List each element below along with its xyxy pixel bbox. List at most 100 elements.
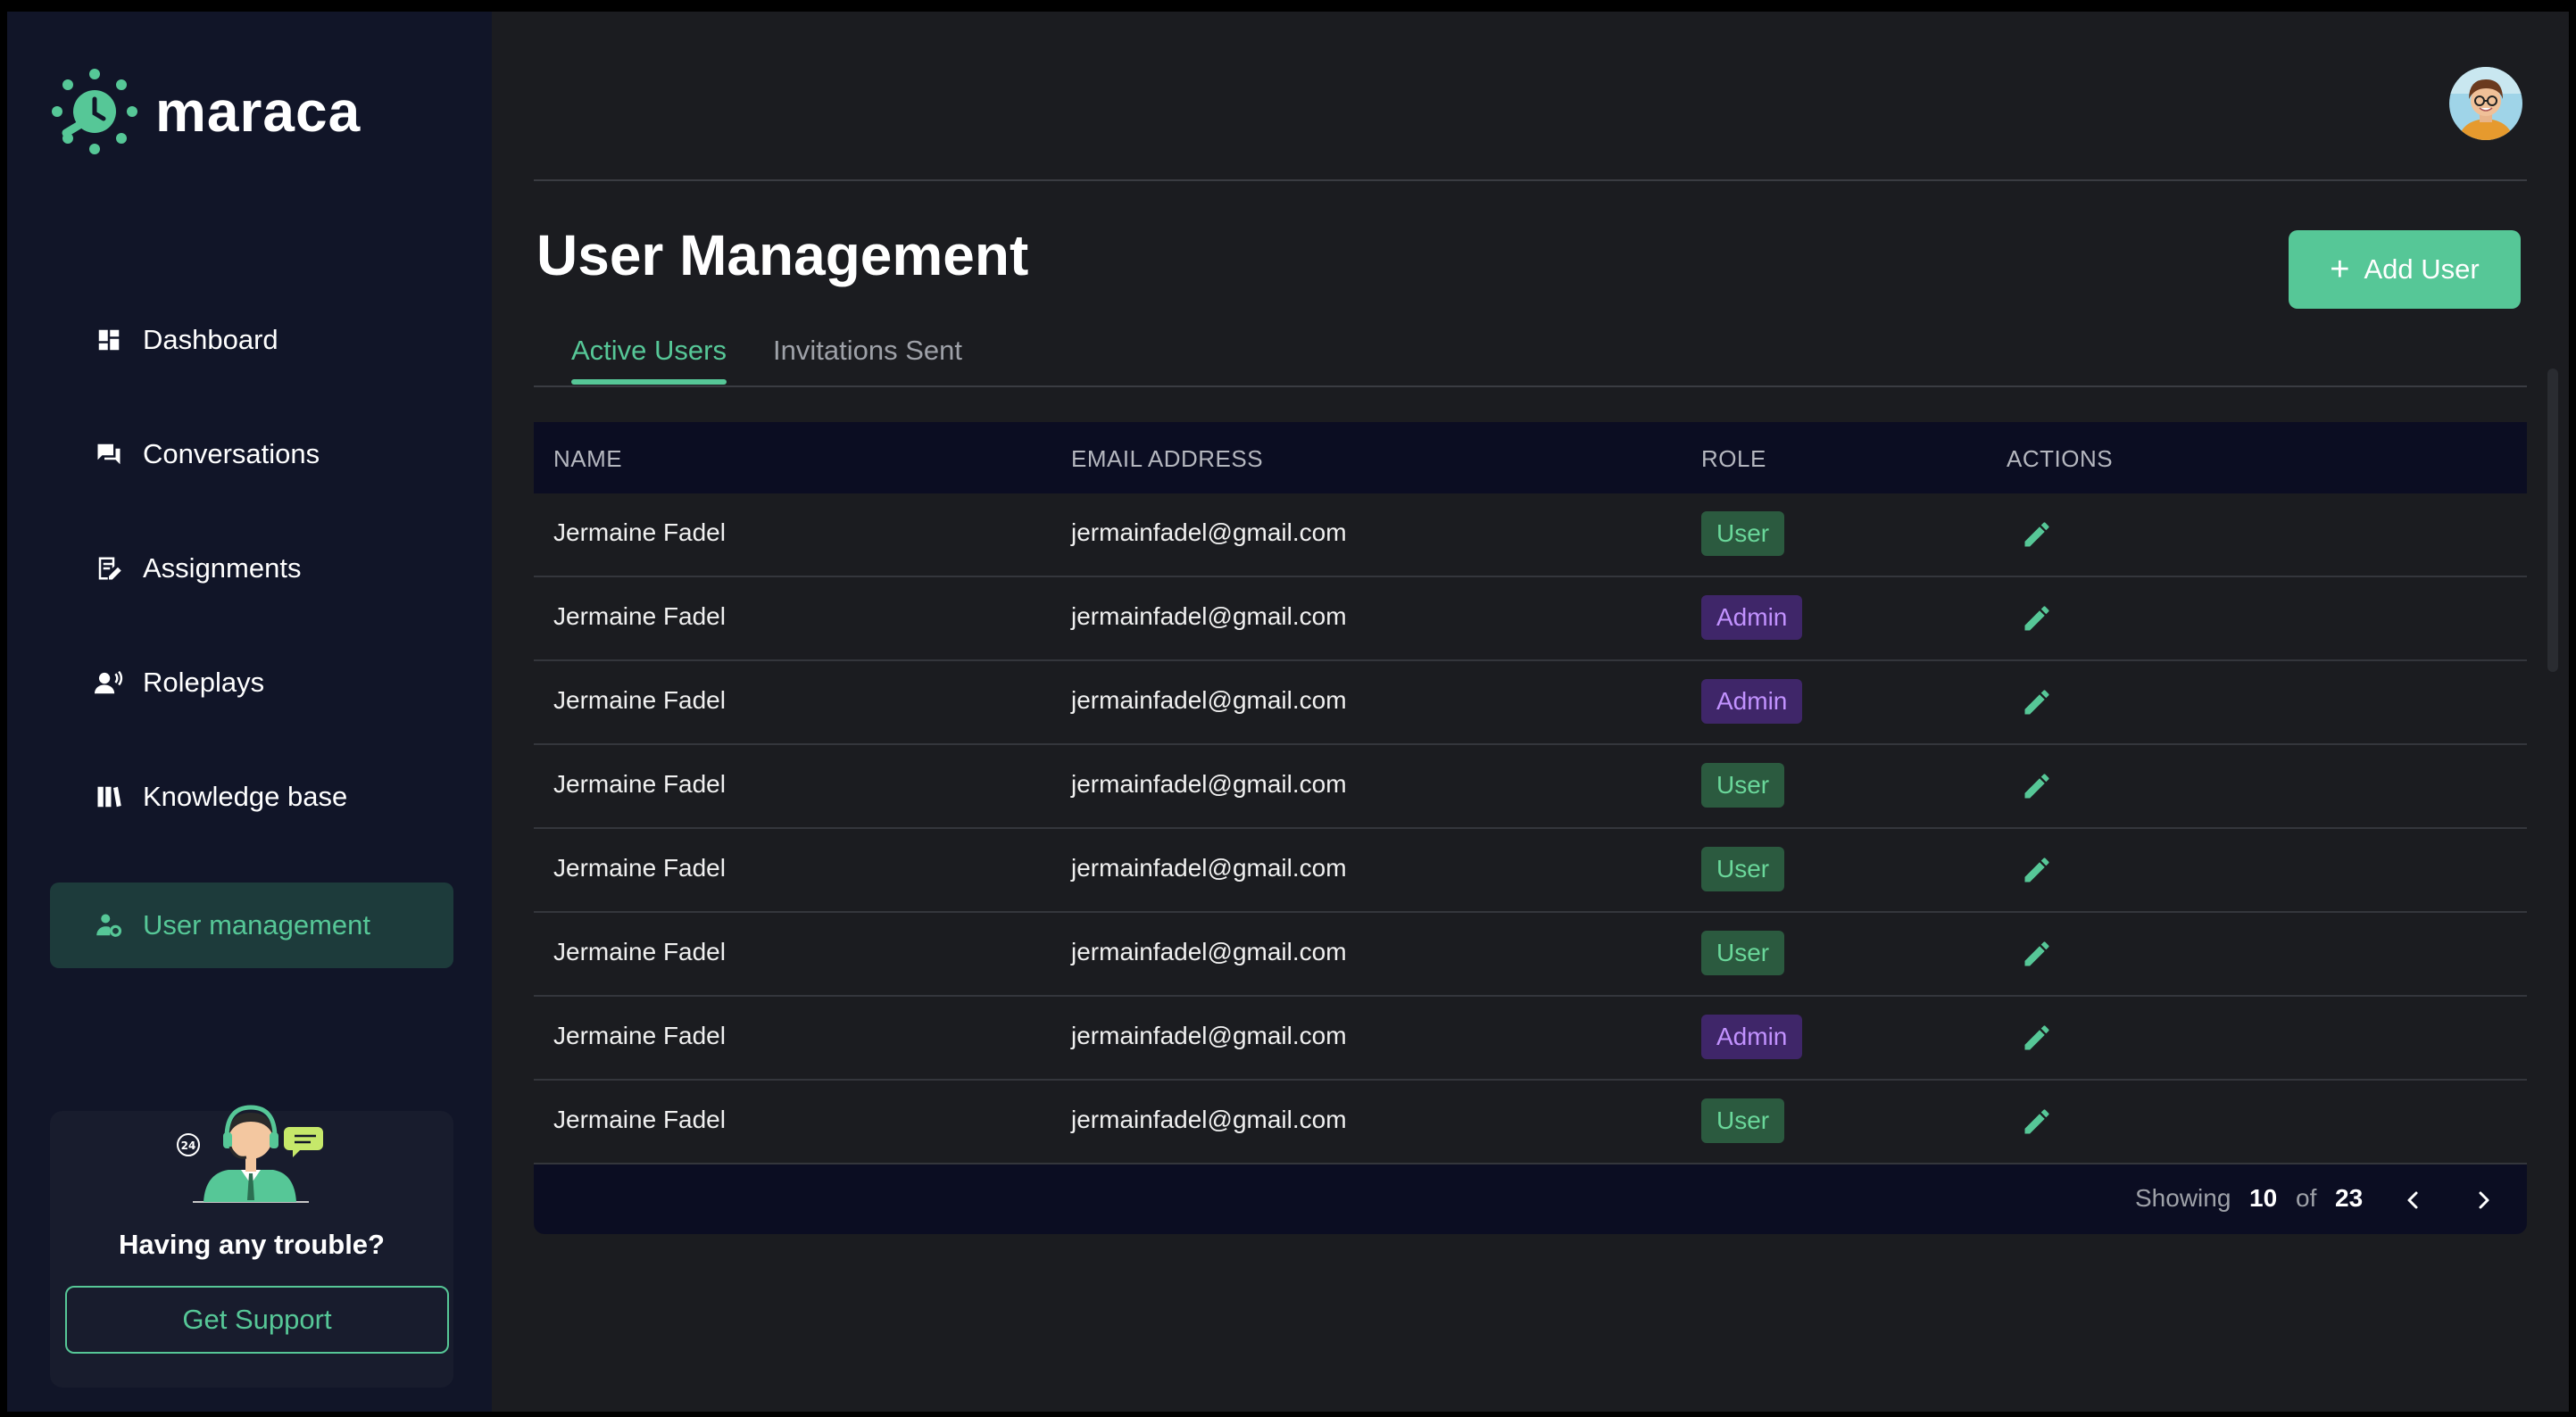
edit-user-button[interactable] (2021, 1022, 2053, 1054)
table-header: NAME EMAIL ADDRESS ROLE ACTIONS (534, 422, 2527, 493)
column-header-role[interactable]: ROLE (1701, 445, 1766, 473)
book-icon (93, 781, 125, 813)
get-support-button[interactable]: Get Support (65, 1286, 449, 1354)
table-row: Jermaine Fadel jermainfadel@gmail.com User (534, 745, 2527, 829)
roleplay-icon (93, 667, 125, 699)
user-gear-icon (93, 909, 125, 941)
logo-icon (52, 69, 137, 154)
chevron-right-icon (2479, 1191, 2489, 1209)
sidebar-item-label: Conversations (143, 438, 320, 469)
table-row: Jermaine Fadel jermainfadel@gmail.com User (534, 913, 2527, 997)
pagination-showing-label: Showing (2135, 1184, 2231, 1212)
role-badge: User (1701, 931, 1785, 975)
pencil-icon (2024, 1109, 2049, 1134)
role-badge: User (1701, 763, 1785, 808)
next-page-button[interactable] (2464, 1181, 2503, 1220)
role-badge: Admin (1701, 1015, 1803, 1059)
pagination-of-label: of (2296, 1184, 2317, 1212)
add-user-button[interactable]: + Add User (2289, 230, 2521, 309)
user-name: Jermaine Fadel (553, 686, 726, 714)
edit-user-button[interactable] (2021, 686, 2053, 718)
table-row: Jermaine Fadel jermainfadel@gmail.com Admi… (534, 997, 2527, 1081)
chevron-left-icon (2407, 1191, 2418, 1209)
add-user-label: Add User (2364, 253, 2480, 285)
pencil-icon (2024, 858, 2049, 883)
pencil-icon (2024, 522, 2049, 547)
previous-page-button[interactable] (2394, 1181, 2433, 1220)
sidebar-item-label: Roleplays (143, 667, 265, 698)
user-email: jermainfadel@gmail.com (1071, 1022, 1347, 1049)
user-name: Jermaine Fadel (553, 770, 726, 798)
page-title: User Management (536, 223, 1029, 287)
sidebar-item-conversations[interactable]: Conversations (50, 411, 453, 497)
tab-invitations-sent[interactable]: Invitations Sent (773, 335, 962, 367)
edit-user-button[interactable] (2021, 518, 2053, 551)
sidebar-item-label: Assignments (143, 552, 302, 584)
table-row: Jermaine Fadel jermainfadel@gmail.com User (534, 1081, 2527, 1164)
header-divider (534, 179, 2527, 181)
logo: maraca (48, 65, 361, 158)
app-window: maraca Dashboard Conversations Assignmen… (7, 12, 2569, 1412)
avatar[interactable] (2449, 67, 2522, 140)
svg-text:24: 24 (181, 1139, 196, 1152)
pencil-icon (2024, 1025, 2049, 1050)
plus-icon: + (2330, 250, 2350, 288)
user-email: jermainfadel@gmail.com (1071, 938, 1347, 965)
sidebar: maraca Dashboard Conversations Assignmen… (7, 12, 492, 1412)
user-email: jermainfadel@gmail.com (1071, 686, 1347, 714)
edit-user-button[interactable] (2021, 938, 2053, 970)
chat-icon (93, 438, 125, 470)
role-badge: Admin (1701, 679, 1803, 724)
user-email: jermainfadel@gmail.com (1071, 1106, 1347, 1133)
edit-user-button[interactable] (2021, 1106, 2053, 1138)
scrollbar[interactable] (2547, 369, 2558, 672)
assignment-icon (93, 552, 125, 584)
sidebar-item-knowledge-base[interactable]: Knowledge base (50, 754, 453, 840)
support-agent-illustration: 24 (177, 1105, 323, 1203)
role-badge: User (1701, 511, 1785, 556)
table-row: Jermaine Fadel jermainfadel@gmail.com Admi… (534, 661, 2527, 745)
role-badge: User (1701, 1098, 1785, 1143)
edit-user-button[interactable] (2021, 602, 2053, 634)
tab-active-users[interactable]: Active Users (571, 335, 727, 385)
user-email: jermainfadel@gmail.com (1071, 602, 1347, 630)
dashboard-icon (93, 324, 125, 356)
pencil-icon (2024, 690, 2049, 715)
sidebar-item-label: Knowledge base (143, 781, 348, 812)
sidebar-item-user-management[interactable]: User management (50, 883, 453, 968)
pagination-bar: Showing 10 of 23 (534, 1164, 2527, 1234)
edit-user-button[interactable] (2021, 854, 2053, 886)
table-row: Jermaine Fadel jermainfadel@gmail.com User (534, 829, 2527, 913)
user-name: Jermaine Fadel (553, 602, 726, 630)
table-row: Jermaine Fadel jermainfadel@gmail.com Admi… (534, 577, 2527, 661)
column-header-actions: ACTIONS (2007, 445, 2114, 472)
user-email: jermainfadel@gmail.com (1071, 854, 1347, 882)
user-name: Jermaine Fadel (553, 854, 726, 882)
table-body: Jermaine Fadel jermainfadel@gmail.com User… (534, 493, 2527, 1164)
column-header-name[interactable]: NAME (553, 445, 622, 473)
pencil-icon (2024, 774, 2049, 799)
tab-bar: Active Users Invitations Sent (534, 326, 2527, 387)
sidebar-item-roleplays[interactable]: Roleplays (50, 640, 453, 725)
edit-user-button[interactable] (2021, 770, 2053, 802)
pagination-total-count: 23 (2335, 1184, 2364, 1212)
sidebar-item-label: User management (143, 909, 371, 941)
users-table: NAME EMAIL ADDRESS ROLE ACTIONS Jermaine… (534, 422, 2527, 1234)
user-name: Jermaine Fadel (553, 938, 726, 965)
user-name: Jermaine Fadel (553, 1022, 726, 1049)
support-title: Having any trouble? (119, 1229, 385, 1260)
user-email: jermainfadel@gmail.com (1071, 518, 1347, 546)
user-name: Jermaine Fadel (553, 1106, 726, 1133)
support-card: 24 Having any trouble? Get Support (50, 1105, 453, 1388)
role-badge: User (1701, 847, 1785, 891)
role-badge: Admin (1701, 595, 1803, 640)
pencil-icon (2024, 941, 2049, 966)
app-name: maraca (155, 79, 361, 144)
sidebar-item-assignments[interactable]: Assignments (50, 526, 453, 611)
sidebar-item-label: Dashboard (143, 324, 278, 355)
column-header-email[interactable]: EMAIL ADDRESS (1071, 445, 1263, 473)
sidebar-item-dashboard[interactable]: Dashboard (50, 297, 453, 383)
table-row: Jermaine Fadel jermainfadel@gmail.com User (534, 493, 2527, 577)
user-email: jermainfadel@gmail.com (1071, 770, 1347, 798)
pencil-icon (2024, 606, 2049, 631)
